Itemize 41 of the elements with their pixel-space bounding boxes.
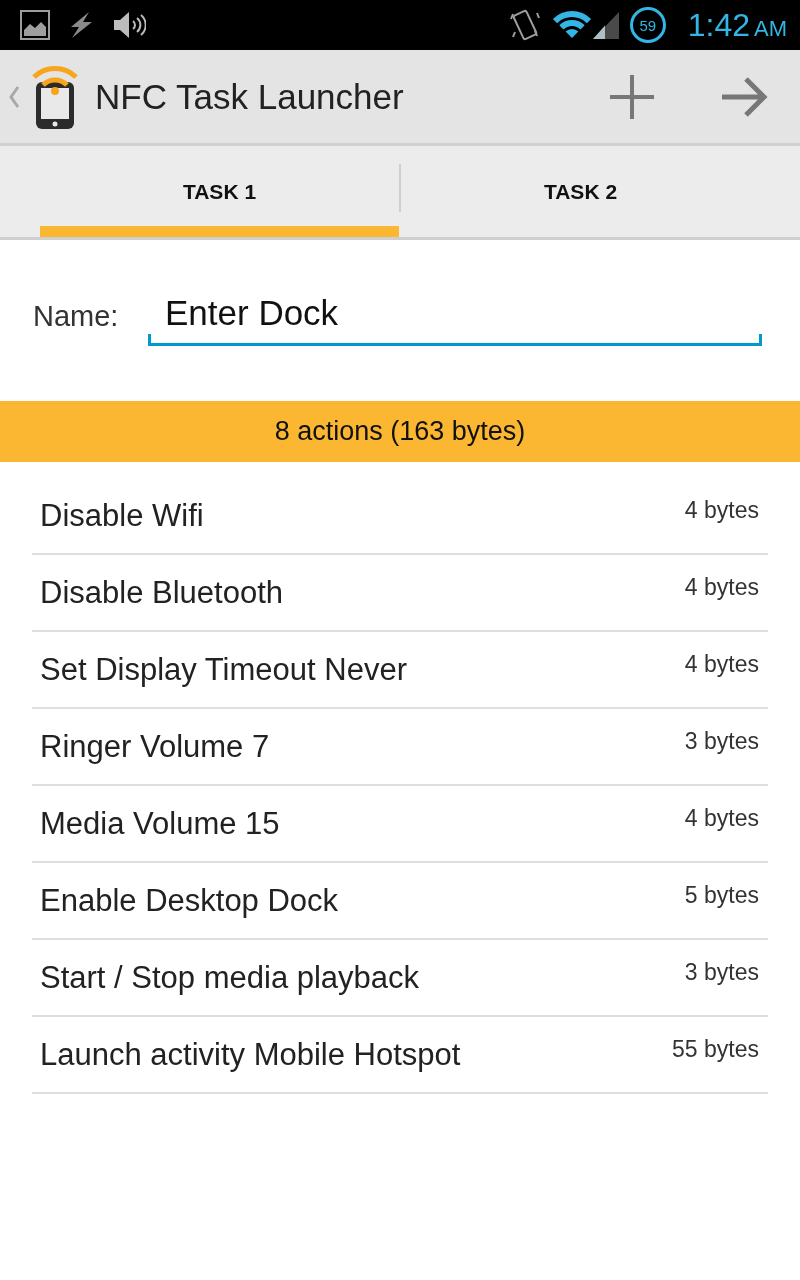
action-row[interactable]: Set Display Timeout Never 4 bytes bbox=[32, 632, 768, 709]
action-name: Start / Stop media playback bbox=[39, 959, 420, 996]
action-name: Disable Wifi bbox=[39, 497, 204, 534]
action-size: 3 bytes bbox=[684, 728, 760, 755]
speaker-icon bbox=[112, 10, 146, 40]
action-name: Set Display Timeout Never bbox=[39, 651, 407, 688]
action-row[interactable]: Disable Wifi 4 bytes bbox=[32, 478, 768, 555]
timer-badge: 59 bbox=[629, 7, 666, 43]
action-row[interactable]: Disable Bluetooth 4 bytes bbox=[32, 555, 768, 632]
action-name: Enable Desktop Dock bbox=[39, 882, 339, 919]
clock-time: 1:42 bbox=[687, 6, 750, 44]
action-name: Media Volume 15 bbox=[39, 805, 280, 842]
name-label: Name: bbox=[33, 299, 120, 334]
clock-meridiem: AM bbox=[754, 16, 787, 42]
action-size: 55 bytes bbox=[672, 1036, 760, 1063]
signal-icon bbox=[591, 10, 620, 40]
action-size: 3 bytes bbox=[684, 959, 760, 986]
phone-signal-icon[interactable] bbox=[30, 63, 80, 130]
action-size: 4 bytes bbox=[684, 805, 760, 832]
vibrate-icon bbox=[509, 8, 540, 42]
image-icon bbox=[20, 10, 50, 40]
action-size: 4 bytes bbox=[684, 574, 760, 601]
action-size: 4 bytes bbox=[684, 497, 760, 524]
action-row[interactable]: Ringer Volume 7 3 bytes bbox=[32, 709, 768, 786]
add-icon[interactable] bbox=[608, 72, 656, 121]
actions-summary-bar: 8 actions (163 bytes) bbox=[0, 401, 800, 462]
action-name: Disable Bluetooth bbox=[39, 574, 283, 611]
forward-arrow-icon[interactable] bbox=[720, 74, 768, 119]
app-title: NFC Task Launcher bbox=[95, 76, 404, 117]
tab[interactable]: TASK 2 bbox=[401, 146, 760, 237]
action-row[interactable]: Start / Stop media playback 3 bytes bbox=[32, 940, 768, 1017]
action-size: 5 bytes bbox=[684, 882, 760, 909]
tab[interactable]: TASK 1 bbox=[40, 146, 399, 237]
action-size: 4 bytes bbox=[684, 651, 760, 678]
action-row[interactable]: Enable Desktop Dock 5 bytes bbox=[32, 863, 768, 940]
action-name: Ringer Volume 7 bbox=[39, 728, 270, 765]
action-row[interactable]: Launch activity Mobile Hotspot 55 bytes bbox=[32, 1017, 768, 1094]
wifi-icon bbox=[551, 10, 592, 40]
action-name: Launch activity Mobile Hotspot bbox=[39, 1036, 461, 1073]
action-row[interactable]: Media Volume 15 4 bytes bbox=[32, 786, 768, 863]
back-chevron-icon[interactable] bbox=[8, 84, 20, 109]
